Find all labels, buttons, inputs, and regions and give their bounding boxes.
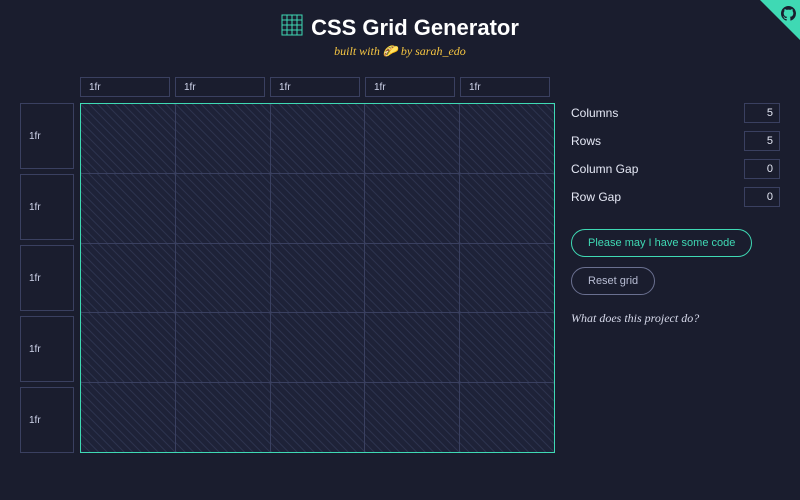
- col-track-1[interactable]: [80, 77, 170, 97]
- col-track-4[interactable]: [365, 77, 455, 97]
- grid-icon: [281, 14, 303, 42]
- grid-cell[interactable]: [365, 174, 459, 243]
- generate-code-button[interactable]: Please may I have some code: [571, 229, 752, 257]
- grid-cell[interactable]: [176, 383, 270, 452]
- col-track-3[interactable]: [270, 77, 360, 97]
- grid-cell[interactable]: [271, 313, 365, 382]
- grid-cell[interactable]: [271, 104, 365, 173]
- header: CSS Grid Generator built with 🌮 by sarah…: [0, 0, 800, 59]
- grid-cell[interactable]: [271, 174, 365, 243]
- grid-cell[interactable]: [81, 383, 175, 452]
- page-title: CSS Grid Generator: [281, 14, 519, 42]
- rows-input[interactable]: [744, 131, 780, 151]
- grid-cell[interactable]: [365, 104, 459, 173]
- grid-cell[interactable]: [365, 244, 459, 313]
- grid-cell[interactable]: [460, 313, 554, 382]
- row-track-3[interactable]: [20, 245, 74, 311]
- grid-cell[interactable]: [176, 244, 270, 313]
- col-track-2[interactable]: [175, 77, 265, 97]
- columns-input[interactable]: [744, 103, 780, 123]
- controls-panel: Columns Rows Column Gap Row Gap Please m…: [571, 77, 780, 453]
- grid-builder: [20, 77, 555, 453]
- grid-preview: [80, 103, 555, 453]
- grid-cell[interactable]: [460, 244, 554, 313]
- column-gap-control: Column Gap: [571, 159, 780, 179]
- grid-cell[interactable]: [460, 383, 554, 452]
- row-track-1[interactable]: [20, 103, 74, 169]
- info-link[interactable]: What does this project do?: [571, 311, 780, 326]
- grid-cell[interactable]: [460, 174, 554, 243]
- grid-cell[interactable]: [271, 244, 365, 313]
- rows-control: Rows: [571, 131, 780, 151]
- github-icon: [781, 6, 796, 21]
- row-track-inputs: [20, 103, 74, 453]
- grid-cell[interactable]: [81, 104, 175, 173]
- reset-grid-button[interactable]: Reset grid: [571, 267, 655, 295]
- grid-cell[interactable]: [81, 174, 175, 243]
- subtitle: built with 🌮 by sarah_edo: [0, 44, 800, 59]
- columns-label: Columns: [571, 106, 618, 120]
- row-gap-label: Row Gap: [571, 190, 621, 204]
- row-track-2[interactable]: [20, 174, 74, 240]
- column-gap-input[interactable]: [744, 159, 780, 179]
- grid-cell[interactable]: [365, 313, 459, 382]
- row-track-4[interactable]: [20, 316, 74, 382]
- grid-cell[interactable]: [176, 313, 270, 382]
- row-gap-input[interactable]: [744, 187, 780, 207]
- title-text: CSS Grid Generator: [311, 15, 519, 41]
- grid-cell[interactable]: [81, 244, 175, 313]
- row-gap-control: Row Gap: [571, 187, 780, 207]
- grid-cell[interactable]: [365, 383, 459, 452]
- grid-cell[interactable]: [176, 174, 270, 243]
- columns-control: Columns: [571, 103, 780, 123]
- row-track-5[interactable]: [20, 387, 74, 453]
- column-track-inputs: [80, 77, 555, 97]
- grid-cell[interactable]: [176, 104, 270, 173]
- col-track-5[interactable]: [460, 77, 550, 97]
- grid-cell[interactable]: [81, 313, 175, 382]
- rows-label: Rows: [571, 134, 601, 148]
- taco-icon: 🌮: [383, 44, 398, 59]
- grid-cell[interactable]: [460, 104, 554, 173]
- grid-cell[interactable]: [271, 383, 365, 452]
- github-corner[interactable]: [760, 0, 800, 40]
- column-gap-label: Column Gap: [571, 162, 638, 176]
